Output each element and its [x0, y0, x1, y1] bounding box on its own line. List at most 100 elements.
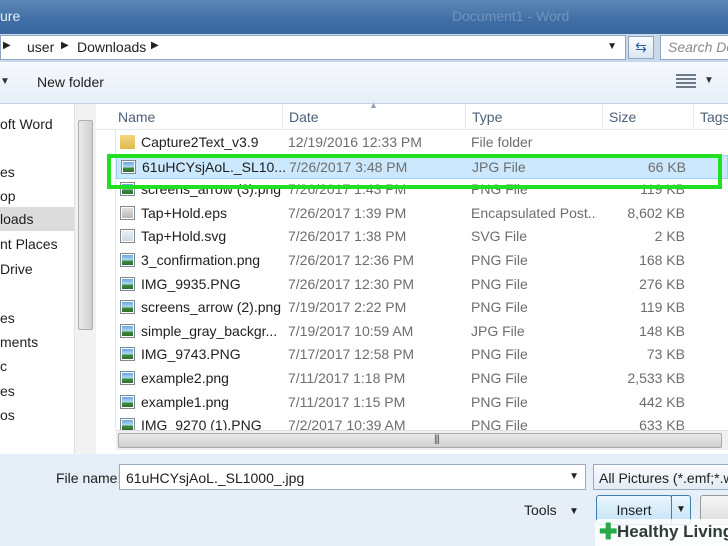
file-type: PNG File	[471, 370, 528, 386]
column-header: ▲ Name Date Type Size Tags	[96, 100, 728, 130]
file-row[interactable]: example1.png 7/11/2017 1:15 PM PNG File 442…	[116, 391, 728, 415]
breadcrumb-arrow-icon[interactable]: ▶	[151, 40, 159, 51]
health-plus-icon: ✚	[599, 519, 618, 544]
image-file-icon	[120, 276, 135, 291]
column-size[interactable]: Size	[602, 104, 692, 130]
file-size: 442 KB	[639, 393, 685, 410]
nav-item-documents[interactable]: ments	[0, 330, 74, 354]
file-row[interactable]: screens_arrow (2).png 7/19/2017 2:22 PM PN…	[116, 296, 728, 320]
folder-icon	[120, 135, 135, 149]
file-name-label: File name:	[56, 470, 122, 486]
scrollbar-grip-icon: |||	[434, 434, 440, 445]
file-row[interactable]: IMG_9935.PNG 7/26/2017 12:30 PM PNG File 27…	[116, 273, 728, 297]
file-row[interactable]: IMG_9743.PNG 7/17/2017 12:58 PM PNG File 73…	[116, 343, 728, 367]
breadcrumb-arrow-icon[interactable]: ▶	[3, 40, 11, 51]
file-row[interactable]: 3_confirmation.png 7/26/2017 12:36 PM PNG …	[116, 249, 728, 273]
tools-button[interactable]: Tools	[524, 502, 557, 518]
file-name: IMG_9743.PNG	[141, 346, 241, 363]
file-type: JPG File	[472, 158, 526, 175]
file-name: example1.png	[141, 393, 229, 410]
column-tags[interactable]: Tags	[693, 104, 728, 130]
breadcrumb-arrow-icon[interactable]: ▶	[61, 40, 69, 51]
address-row: ▶ user ▶ Downloads ▶ ▼ ⇆ Search Do	[0, 34, 728, 62]
file-type: JPG File	[471, 322, 525, 339]
nav-item-libraries[interactable]: es	[0, 306, 74, 330]
file-row[interactable]: example2.png 7/11/2017 1:18 PM PNG File 2,5…	[116, 367, 728, 391]
file-date: 7/17/2017 12:58 PM	[288, 346, 415, 363]
horizontal-scrollbar-thumb[interactable]	[118, 433, 722, 448]
file-type: Encapsulated Post...	[471, 204, 597, 221]
nav-item-videos[interactable]: os	[0, 403, 74, 427]
nav-item-downloads[interactable]: loads	[0, 207, 74, 231]
organize-dropdown-icon[interactable]: ▼	[0, 76, 10, 87]
nav-item-onedrive[interactable]: Drive	[0, 257, 74, 281]
file-name-input[interactable]: 61uHCYsjAoL._SL1000_.jpg ▼	[119, 464, 586, 490]
nav-scrollbar-thumb[interactable]	[78, 120, 93, 330]
image-file-icon	[120, 182, 135, 197]
file-row[interactable]: Tap+Hold.svg 7/26/2017 1:38 PM SVG File 2 K…	[116, 225, 728, 249]
refresh-icon: ⇆	[635, 39, 647, 55]
refresh-button[interactable]: ⇆	[628, 36, 654, 59]
file-date: 7/26/2017 3:48 PM	[289, 158, 408, 175]
file-type: PNG File	[471, 346, 528, 363]
image-file-icon	[120, 253, 135, 267]
file-size: 66 KB	[647, 158, 686, 175]
image-file-icon	[120, 323, 135, 338]
file-size: 276 KB	[639, 275, 685, 292]
file-row[interactable]: screens_arrow (3).png 7/26/2017 1:43 PM PN…	[116, 178, 728, 202]
breadcrumb-downloads[interactable]: Downloads	[77, 39, 146, 55]
file-name-value: 61uHCYsjAoL._SL1000_.jpg	[126, 470, 305, 486]
title-bar: ure Document1 - Word	[0, 0, 728, 34]
file-list: ▲ Name Date Type Size Tags Capture2Text_…	[96, 100, 728, 454]
nav-item-word[interactable]: oft Word	[0, 112, 74, 136]
file-name: IMG_9935.PNG	[141, 275, 241, 292]
file-size: 2 KB	[654, 228, 685, 245]
image-file-icon	[120, 371, 135, 385]
search-input[interactable]: Search Do	[660, 35, 728, 60]
file-name: 3_confirmation.png	[141, 252, 261, 268]
file-date: 12/19/2016 12:33 PM	[288, 134, 422, 150]
view-options-icon[interactable]	[676, 72, 696, 90]
file-date: 7/19/2017 10:59 AM	[288, 322, 414, 339]
address-bar[interactable]: ▶ user ▶ Downloads ▶ ▼	[0, 35, 626, 60]
file-type: PNG File	[471, 252, 528, 268]
file-row[interactable]: Capture2Text_v3.9 12/19/2016 12:33 PM File…	[116, 131, 728, 155]
file-type: SVG File	[471, 228, 528, 245]
nav-item-favorites[interactable]: es	[0, 160, 74, 184]
address-dropdown-icon[interactable]: ▼	[607, 41, 617, 52]
file-name: screens_arrow (3).png	[141, 181, 282, 198]
file-row[interactable]: 61uHCYsjAoL._SL10... 7/26/2017 3:48 PM JPG…	[116, 154, 728, 179]
nav-item-music[interactable]: c	[0, 354, 74, 378]
toolbar: ▼ New folder ▼	[0, 62, 728, 104]
file-row[interactable]: Tap+Hold.eps 7/26/2017 1:39 PM Encapsulate…	[116, 202, 728, 226]
column-name[interactable]: Name	[112, 104, 280, 130]
nav-item-recent-places[interactable]: nt Places	[0, 232, 74, 256]
file-type: PNG File	[471, 181, 528, 198]
file-date: 7/26/2017 12:30 PM	[288, 275, 415, 292]
nav-item-desktop[interactable]: op	[0, 184, 74, 208]
file-name: Tap+Hold.svg	[141, 228, 227, 245]
file-name-dropdown-icon[interactable]: ▼	[569, 471, 579, 482]
watermark-logo: ✚ Healthy Living	[595, 519, 728, 546]
file-row[interactable]: simple_gray_backgr... 7/19/2017 10:59 AM J…	[116, 320, 728, 344]
new-folder-button[interactable]: New folder	[37, 74, 104, 90]
file-type-filter[interactable]: All Pictures (*.emf;*.w	[593, 464, 728, 490]
nav-item-pictures[interactable]: es	[0, 379, 74, 403]
file-type: File folder	[471, 134, 533, 150]
nav-scrollbar[interactable]	[74, 104, 96, 454]
navigation-pane: oft Word es op loads nt Places Drive es …	[0, 104, 96, 454]
file-size: 2,533 KB	[627, 370, 685, 386]
file-date: 7/26/2017 1:43 PM	[288, 181, 407, 198]
breadcrumb-user[interactable]: user	[27, 39, 54, 55]
column-date[interactable]: Date	[282, 104, 466, 130]
file-size: 148 KB	[639, 322, 685, 339]
view-dropdown-icon[interactable]: ▼	[704, 75, 714, 86]
horizontal-scrollbar[interactable]: |||	[116, 430, 728, 450]
file-type: PNG File	[471, 275, 528, 292]
file-size: 119 KB	[640, 181, 685, 198]
dialog-title: ure	[0, 8, 21, 24]
column-type[interactable]: Type	[465, 104, 602, 130]
file-name: screens_arrow (2).png	[141, 299, 282, 316]
file-date: 7/19/2017 2:22 PM	[288, 299, 407, 316]
tools-dropdown-icon[interactable]: ▼	[569, 506, 579, 517]
